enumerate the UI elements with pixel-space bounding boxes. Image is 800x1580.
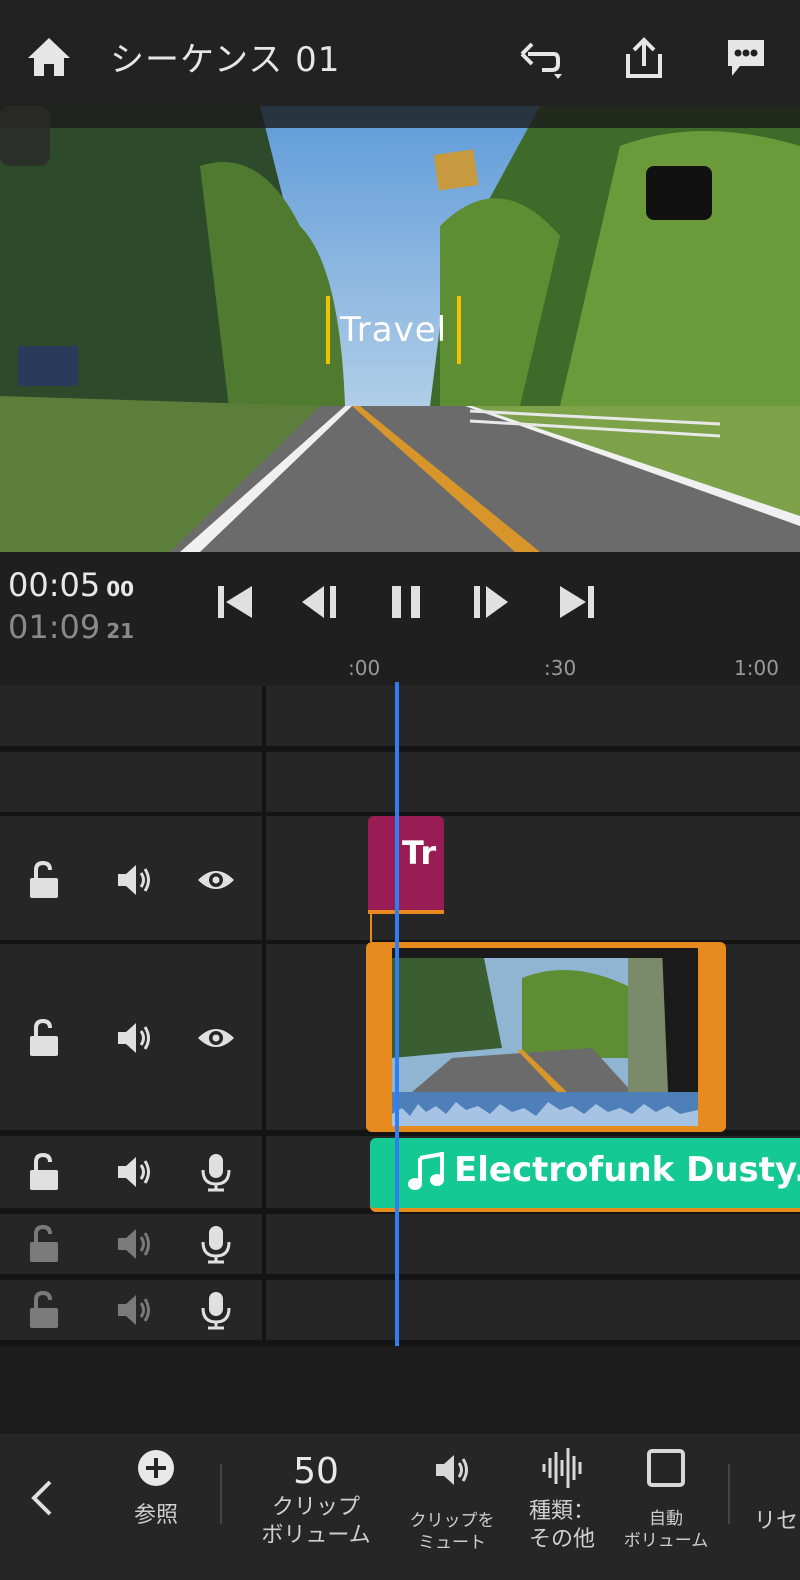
audio-clip[interactable]: Electrofunk Dusty... [370,1138,800,1212]
checkbox-icon [647,1449,685,1487]
browse-label: 参照 [133,1503,178,1528]
overlay-title-text[interactable]: Travel [326,296,462,364]
browse-button[interactable]: 参照 [114,1448,198,1530]
audio-type-label-1: 種類： [528,1499,595,1524]
step-back-icon[interactable] [300,582,340,622]
auto-volume-label-2: ボリューム [623,1531,709,1551]
home-icon[interactable] [26,36,72,78]
video-preview[interactable]: Travel [0,106,800,552]
mute-clip-button[interactable]: クリップを ミュート [400,1450,504,1554]
title-clip[interactable]: Tr [368,816,444,914]
video-clip-waveform [392,1092,698,1126]
lock-open-icon[interactable] [24,1018,64,1058]
track-lane-title[interactable] [266,816,800,940]
skip-to-start-icon[interactable] [216,582,256,622]
microphone-icon[interactable] [196,1290,236,1330]
track-header-empty-2 [0,752,262,812]
transport-bar: 00:05 00 01:09 21 :00 :30 1:00 [0,552,800,686]
speaker-icon[interactable] [114,1224,154,1264]
playhead[interactable] [395,682,399,1346]
app-header: シーケンス 01 [0,0,800,106]
comment-icon[interactable] [724,36,768,80]
step-forward-icon[interactable] [470,582,510,622]
mute-label-1: クリップを [409,1511,495,1531]
title-clip-label: Tr [402,834,437,872]
audio-type-label-2: その他 [528,1527,595,1552]
ruler-label-00: :00 [348,656,381,680]
timeline[interactable]: Tr Electrofunk Dusty... [0,682,800,1346]
track-lane-empty-1[interactable] [266,686,800,746]
ruler-label-100: 1:00 [734,656,779,680]
microphone-icon[interactable] [196,1224,236,1264]
track-header-audio-2 [0,1214,262,1274]
auto-volume-button[interactable]: 自動 ボリューム [614,1448,718,1552]
undo-icon[interactable] [518,36,562,80]
microphone-icon[interactable] [196,1152,236,1192]
speaker-icon[interactable] [114,1152,154,1192]
speaker-icon[interactable] [114,860,154,900]
reset-button[interactable]: リセ [754,1508,800,1536]
speaker-icon [436,1455,468,1485]
track-header-empty-1 [0,686,262,746]
track-header-audio-1 [0,1136,262,1208]
ruler-label-30: :30 [544,656,577,680]
chevron-left-icon[interactable] [28,1478,56,1518]
lock-open-icon[interactable] [24,860,64,900]
sequence-title[interactable]: シーケンス 01 [110,32,340,81]
track-lane-empty-2[interactable] [266,752,800,812]
pause-icon[interactable] [386,582,426,622]
audio-type-button[interactable]: 種類： その他 [514,1446,610,1554]
video-clip-thumbnails [392,948,698,1092]
speaker-icon[interactable] [114,1018,154,1058]
speaker-icon[interactable] [114,1290,154,1330]
lock-open-icon[interactable] [24,1224,64,1264]
toolbar-divider [728,1464,730,1524]
clip-volume-label-2: ボリューム [261,1523,371,1548]
track-header-video [0,944,262,1130]
lock-open-icon[interactable] [24,1152,64,1192]
current-timecode: 00:05 00 [8,566,135,604]
track-header-audio-3 [0,1280,262,1340]
lock-open-icon[interactable] [24,1290,64,1330]
reset-label: リセ [754,1509,799,1534]
clip-volume-button[interactable]: 50 クリップ ボリューム [246,1450,386,1550]
add-circle-icon [138,1450,174,1486]
track-lane-audio-3[interactable] [266,1280,800,1340]
skip-to-end-icon[interactable] [556,582,596,622]
clip-connector [370,914,372,942]
clip-volume-value: 50 [293,1451,339,1492]
eye-icon[interactable] [196,1018,236,1058]
auto-volume-label-1: 自動 [649,1509,683,1529]
video-clip[interactable] [366,942,726,1132]
waveform-icon [542,1448,582,1488]
clip-volume-label-1: クリップ [271,1495,360,1520]
music-note-icon [408,1152,444,1190]
mute-label-2: ミュート [418,1533,486,1553]
bottom-toolbar: 参照 50 クリップ ボリューム クリップを ミュート 種類： その他 自動 ボ… [0,1434,800,1580]
total-duration: 01:09 21 [8,608,135,646]
audio-clip-label: Electrofunk Dusty... [454,1150,800,1190]
track-header-title [0,816,262,940]
share-icon[interactable] [622,36,666,80]
eye-icon[interactable] [196,860,236,900]
toolbar-divider [220,1464,222,1524]
track-lane-audio-2[interactable] [266,1214,800,1274]
